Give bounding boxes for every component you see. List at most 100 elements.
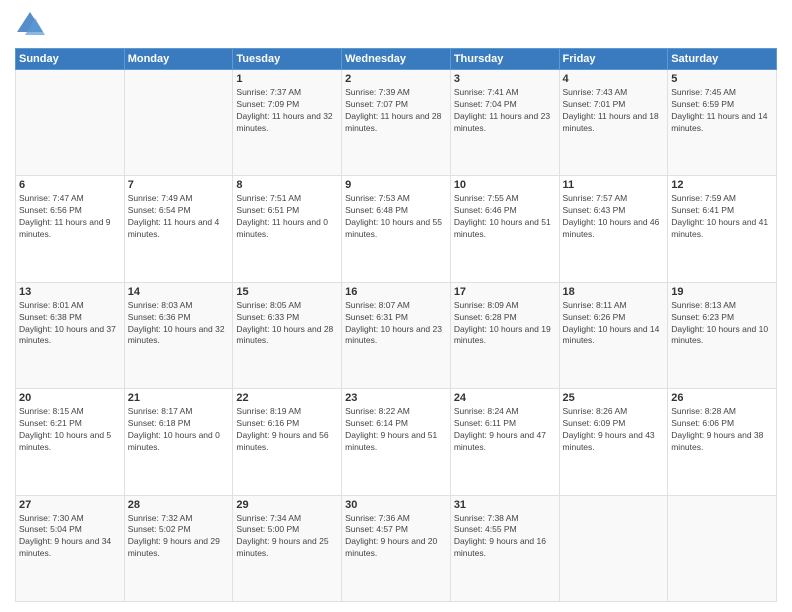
day-info: Sunrise: 8:28 AMSunset: 6:06 PMDaylight:… [671, 406, 773, 454]
day-number: 6 [19, 179, 121, 191]
day-cell: 31 Sunrise: 7:38 AMSunset: 4:55 PMDayligh… [450, 495, 559, 601]
day-cell: 15Sunrise: 8:05 AMSunset: 6:33 PMDayligh… [233, 282, 342, 388]
day-info: Sunrise: 8:05 AMSunset: 6:33 PMDaylight:… [236, 300, 338, 348]
header [15, 10, 777, 40]
day-info: Sunrise: 7:38 AMSunset: 4:55 PMDaylight:… [454, 513, 556, 561]
day-cell: 27 Sunrise: 7:30 AMSunset: 5:04 PMDayligh… [16, 495, 125, 601]
day-number: 5 [671, 73, 773, 85]
day-info: Sunrise: 8:09 AMSunset: 6:28 PMDaylight:… [454, 300, 556, 348]
day-cell: 30 Sunrise: 7:36 AMSunset: 4:57 PMDayligh… [342, 495, 451, 601]
day-number: 8 [236, 179, 338, 191]
day-cell: 2 Sunrise: 7:39 AMSunset: 7:07 PMDaylight… [342, 70, 451, 176]
day-cell: 19Sunrise: 8:13 AMSunset: 6:23 PMDayligh… [668, 282, 777, 388]
day-cell: 17 Sunrise: 8:09 AMSunset: 6:28 PMDayligh… [450, 282, 559, 388]
day-number: 1 [236, 73, 338, 85]
day-info: Sunrise: 7:47 AMSunset: 6:56 PMDaylight:… [19, 193, 121, 241]
day-number: 18 [563, 286, 665, 298]
day-cell: 9 Sunrise: 7:53 AMSunset: 6:48 PMDaylight… [342, 176, 451, 282]
day-info: Sunrise: 8:07 AMSunset: 6:31 PMDaylight:… [345, 300, 447, 348]
day-number: 29 [236, 499, 338, 511]
day-number: 27 [19, 499, 121, 511]
day-number: 13 [19, 286, 121, 298]
week-row-3: 13 Sunrise: 8:01 AMSunset: 6:38 PMDayligh… [16, 282, 777, 388]
day-info: Sunrise: 7:36 AMSunset: 4:57 PMDaylight:… [345, 513, 447, 561]
day-cell: 23 Sunrise: 8:22 AMSunset: 6:14 PMDayligh… [342, 389, 451, 495]
calendar: SundayMondayTuesdayWednesdayThursdayFrid… [15, 48, 777, 602]
day-number: 22 [236, 392, 338, 404]
weekday-header-sunday: Sunday [16, 49, 125, 70]
day-info: Sunrise: 8:01 AMSunset: 6:38 PMDaylight:… [19, 300, 121, 348]
day-number: 26 [671, 392, 773, 404]
day-number: 24 [454, 392, 556, 404]
day-number: 30 [345, 499, 447, 511]
day-number: 21 [128, 392, 230, 404]
day-number: 31 [454, 499, 556, 511]
day-cell [559, 495, 668, 601]
day-cell: 1 Sunrise: 7:37 AMSunset: 7:09 PMDaylight… [233, 70, 342, 176]
day-number: 16 [345, 286, 447, 298]
weekday-header-row: SundayMondayTuesdayWednesdayThursdayFrid… [16, 49, 777, 70]
logo [15, 10, 49, 40]
week-row-4: 20Sunrise: 8:15 AMSunset: 6:21 PMDayligh… [16, 389, 777, 495]
day-info: Sunrise: 7:41 AMSunset: 7:04 PMDaylight:… [454, 87, 556, 135]
day-info: Sunrise: 8:03 AMSunset: 6:36 PMDaylight:… [128, 300, 230, 348]
weekday-header-saturday: Saturday [668, 49, 777, 70]
logo-icon [15, 10, 45, 40]
day-number: 11 [563, 179, 665, 191]
day-cell: 13 Sunrise: 8:01 AMSunset: 6:38 PMDayligh… [16, 282, 125, 388]
day-cell: 25 Sunrise: 8:26 AMSunset: 6:09 PMDayligh… [559, 389, 668, 495]
day-cell: 8 Sunrise: 7:51 AMSunset: 6:51 PMDaylight… [233, 176, 342, 282]
day-cell: 5 Sunrise: 7:45 AMSunset: 6:59 PMDaylight… [668, 70, 777, 176]
day-cell: 3Sunrise: 7:41 AMSunset: 7:04 PMDaylight… [450, 70, 559, 176]
day-info: Sunrise: 7:55 AMSunset: 6:46 PMDaylight:… [454, 193, 556, 241]
week-row-2: 6 Sunrise: 7:47 AMSunset: 6:56 PMDaylight… [16, 176, 777, 282]
day-info: Sunrise: 7:39 AMSunset: 7:07 PMDaylight:… [345, 87, 447, 135]
day-number: 23 [345, 392, 447, 404]
day-number: 14 [128, 286, 230, 298]
day-cell: 29 Sunrise: 7:34 AMSunset: 5:00 PMDayligh… [233, 495, 342, 601]
day-info: Sunrise: 7:51 AMSunset: 6:51 PMDaylight:… [236, 193, 338, 241]
day-info: Sunrise: 7:49 AMSunset: 6:54 PMDaylight:… [128, 193, 230, 241]
page: SundayMondayTuesdayWednesdayThursdayFrid… [0, 0, 792, 612]
day-info: Sunrise: 7:53 AMSunset: 6:48 PMDaylight:… [345, 193, 447, 241]
weekday-header-monday: Monday [124, 49, 233, 70]
week-row-5: 27 Sunrise: 7:30 AMSunset: 5:04 PMDayligh… [16, 495, 777, 601]
day-number: 7 [128, 179, 230, 191]
day-cell: 10 Sunrise: 7:55 AMSunset: 6:46 PMDayligh… [450, 176, 559, 282]
day-cell: 18 Sunrise: 8:11 AMSunset: 6:26 PMDayligh… [559, 282, 668, 388]
day-info: Sunrise: 7:59 AMSunset: 6:41 PMDaylight:… [671, 193, 773, 241]
day-info: Sunrise: 7:34 AMSunset: 5:00 PMDaylight:… [236, 513, 338, 561]
day-cell: 11Sunrise: 7:57 AMSunset: 6:43 PMDayligh… [559, 176, 668, 282]
day-number: 10 [454, 179, 556, 191]
weekday-header-wednesday: Wednesday [342, 49, 451, 70]
day-number: 4 [563, 73, 665, 85]
day-cell [16, 70, 125, 176]
day-info: Sunrise: 7:30 AMSunset: 5:04 PMDaylight:… [19, 513, 121, 561]
day-info: Sunrise: 7:45 AMSunset: 6:59 PMDaylight:… [671, 87, 773, 135]
day-cell: 16 Sunrise: 8:07 AMSunset: 6:31 PMDayligh… [342, 282, 451, 388]
day-number: 20 [19, 392, 121, 404]
day-info: Sunrise: 8:19 AMSunset: 6:16 PMDaylight:… [236, 406, 338, 454]
weekday-header-friday: Friday [559, 49, 668, 70]
day-info: Sunrise: 8:26 AMSunset: 6:09 PMDaylight:… [563, 406, 665, 454]
day-cell: 7 Sunrise: 7:49 AMSunset: 6:54 PMDaylight… [124, 176, 233, 282]
day-number: 25 [563, 392, 665, 404]
day-info: Sunrise: 8:24 AMSunset: 6:11 PMDaylight:… [454, 406, 556, 454]
day-info: Sunrise: 8:11 AMSunset: 6:26 PMDaylight:… [563, 300, 665, 348]
day-cell: 4 Sunrise: 7:43 AMSunset: 7:01 PMDaylight… [559, 70, 668, 176]
day-cell: 20Sunrise: 8:15 AMSunset: 6:21 PMDayligh… [16, 389, 125, 495]
day-cell [668, 495, 777, 601]
day-cell: 26 Sunrise: 8:28 AMSunset: 6:06 PMDayligh… [668, 389, 777, 495]
day-cell [124, 70, 233, 176]
day-number: 2 [345, 73, 447, 85]
day-number: 19 [671, 286, 773, 298]
day-info: Sunrise: 8:22 AMSunset: 6:14 PMDaylight:… [345, 406, 447, 454]
day-number: 9 [345, 179, 447, 191]
day-info: Sunrise: 8:17 AMSunset: 6:18 PMDaylight:… [128, 406, 230, 454]
day-number: 17 [454, 286, 556, 298]
day-info: Sunrise: 7:43 AMSunset: 7:01 PMDaylight:… [563, 87, 665, 135]
day-number: 12 [671, 179, 773, 191]
day-cell: 6 Sunrise: 7:47 AMSunset: 6:56 PMDaylight… [16, 176, 125, 282]
day-info: Sunrise: 7:37 AMSunset: 7:09 PMDaylight:… [236, 87, 338, 135]
day-cell: 12 Sunrise: 7:59 AMSunset: 6:41 PMDayligh… [668, 176, 777, 282]
